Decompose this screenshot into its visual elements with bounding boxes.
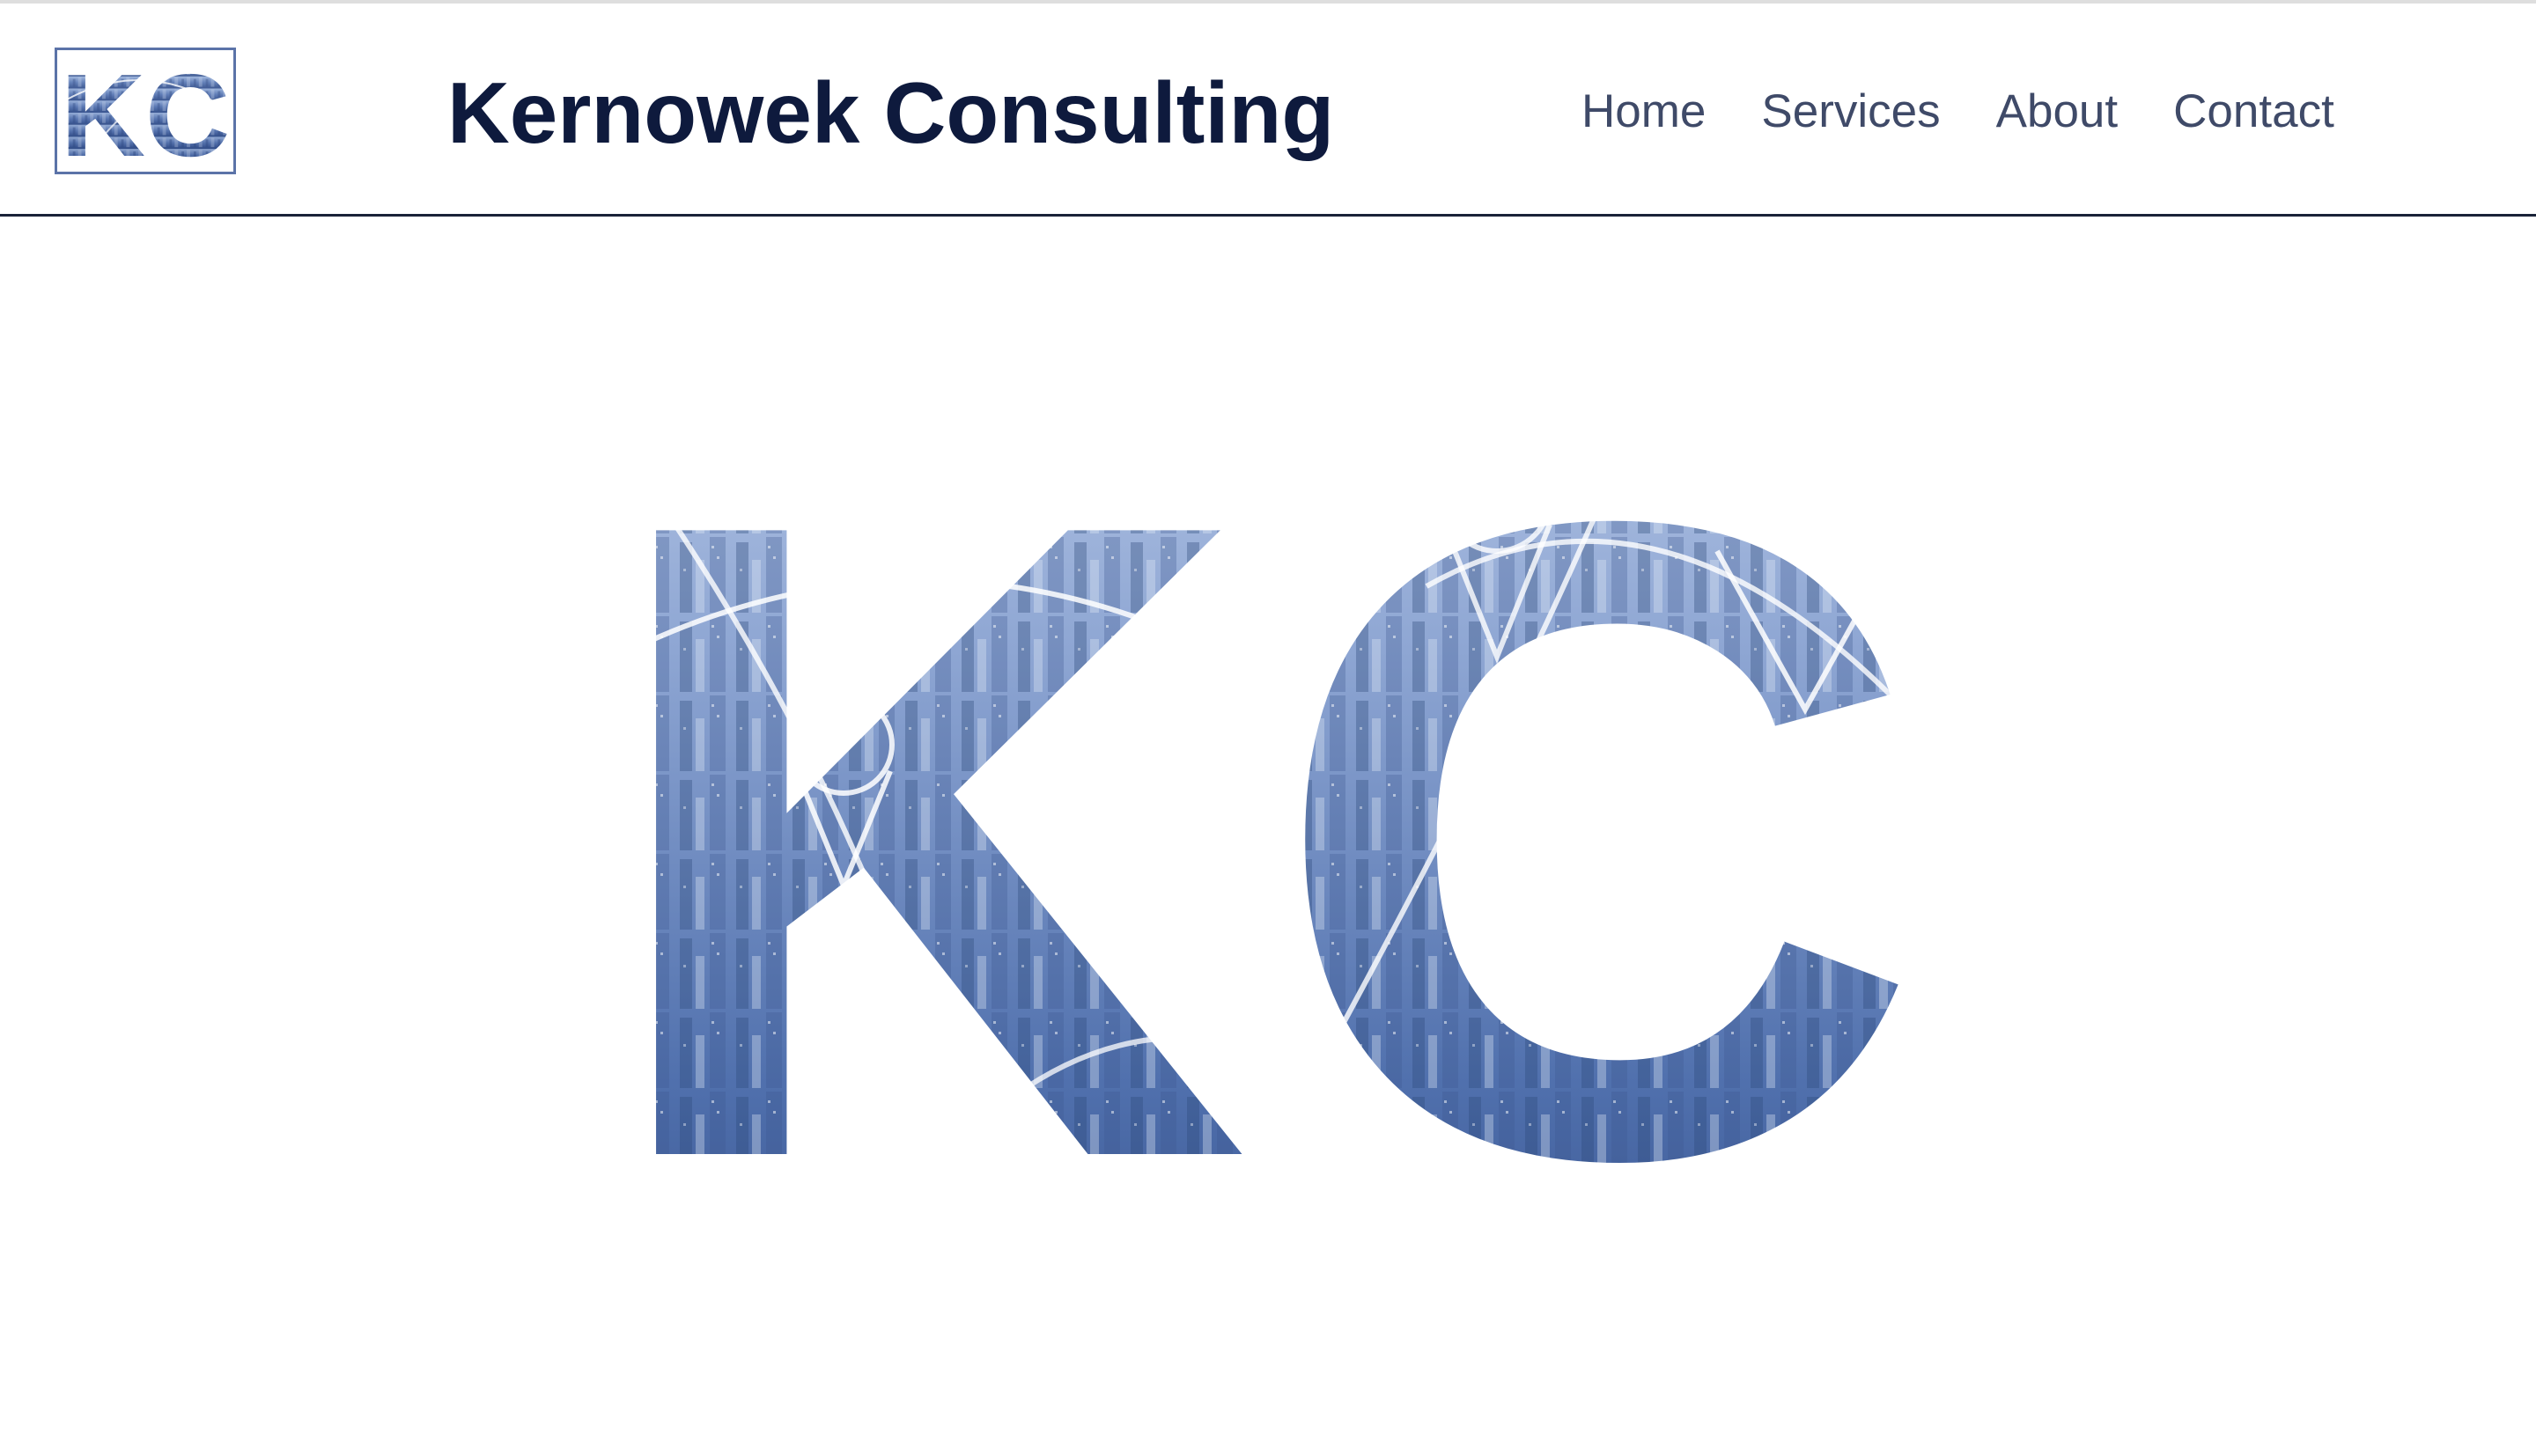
main-nav: Home Services About Contact: [1581, 81, 2334, 143]
brand-title[interactable]: Kernowek Consulting: [447, 60, 1334, 165]
logo[interactable]: KC: [55, 48, 236, 174]
logo-monogram-image: KC: [60, 52, 231, 170]
hero-section: KC: [0, 217, 2536, 1456]
nav-link-contact[interactable]: Contact: [2173, 81, 2334, 143]
site-header: KC Kernowek Consulting Home Services Abo…: [0, 4, 2536, 217]
nav-link-home[interactable]: Home: [1581, 81, 1706, 143]
nav-link-about[interactable]: About: [1996, 81, 2119, 143]
nav-link-services[interactable]: Services: [1761, 81, 1940, 143]
hero-monogram-image: KC: [595, 335, 1941, 1347]
